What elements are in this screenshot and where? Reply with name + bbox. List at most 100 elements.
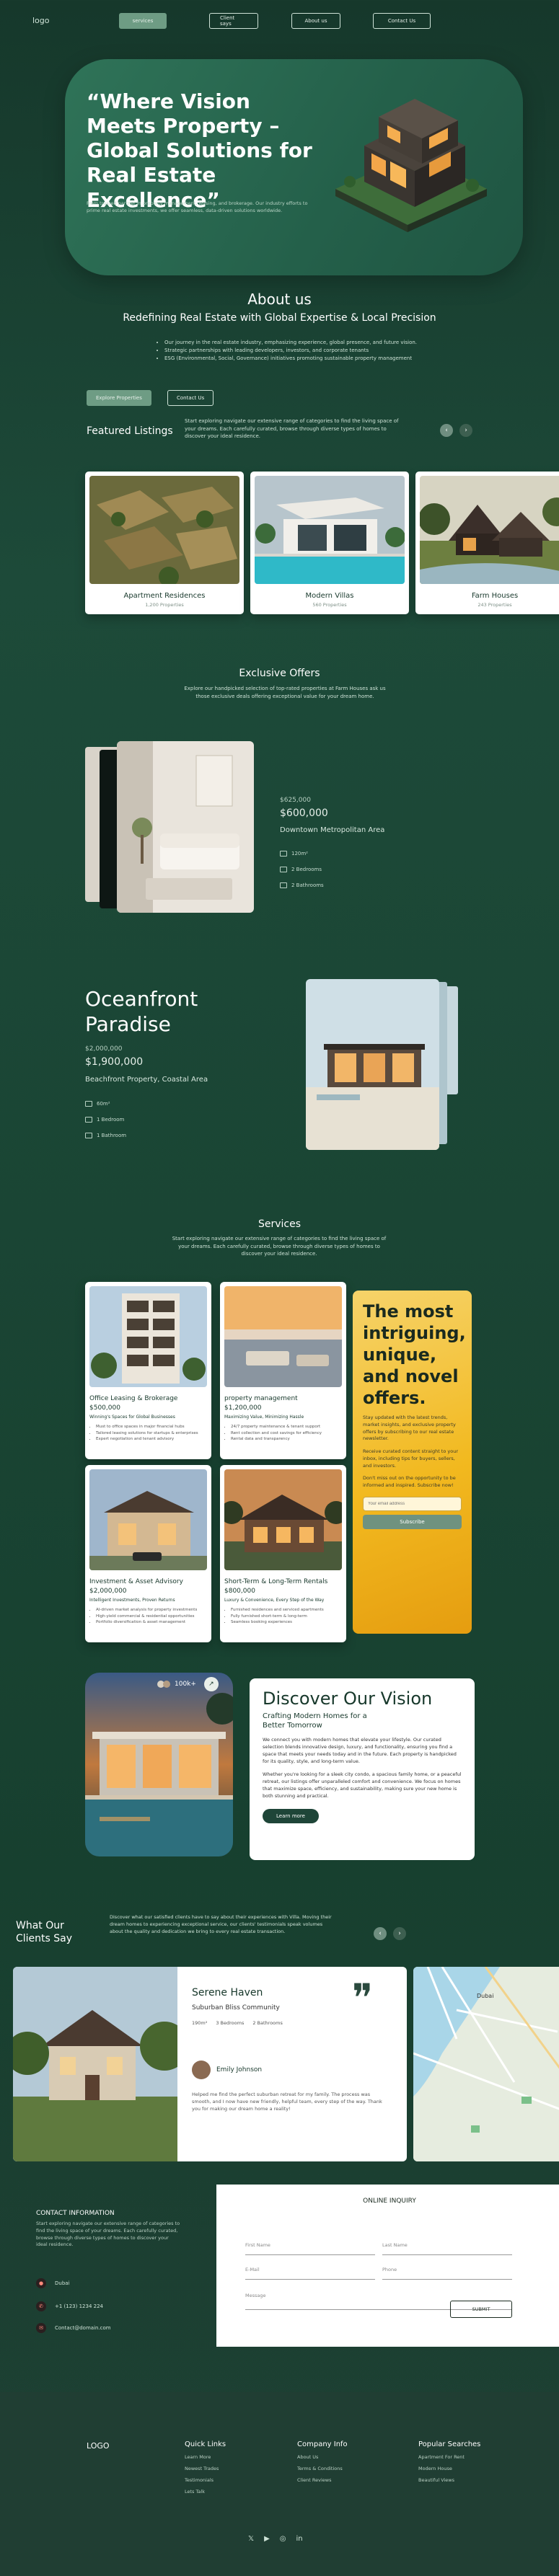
about-subtitle: Redefining Real Estate with Global Exper… [123,312,436,324]
vision-paragraph: We connect you with modern homes that el… [263,1737,457,1765]
location-pin-icon: ● [36,2278,46,2288]
prev-arrow-icon[interactable]: ‹ [440,424,453,437]
nav-client-says[interactable]: Client says [209,13,258,29]
offer1-image[interactable] [117,741,254,913]
x-icon[interactable]: 𝕏 [248,2535,254,2543]
contact-title: CONTACT INFORMATION [36,2210,115,2217]
footer-link[interactable]: Learn More [185,2454,226,2460]
location-map[interactable]: Dubai [413,1967,559,2161]
service-card[interactable]: Investment & Asset Advisory $2,000,000 I… [85,1465,211,1642]
about-section: About us Redefining Real Estate with Glo… [0,291,559,324]
subscribe-button[interactable]: Subscribe [363,1514,462,1529]
card-title: Apartment Residences [123,592,206,600]
property-management-image [224,1286,342,1387]
listing-card[interactable]: Farm Houses 243 Properties [415,472,559,614]
footer-col-title: Popular Searches [418,2440,481,2448]
email-field[interactable]: E-Mail [245,2264,375,2280]
newsletter-email-input[interactable] [363,1496,462,1511]
next-arrow-icon[interactable]: › [459,424,472,437]
footer-link[interactable]: Client Reviews [297,2477,348,2483]
service-card[interactable]: Short-Term & Long-Term Rentals $800,000 … [220,1465,348,1642]
feature-text: 120m² [291,851,308,857]
footer-link[interactable]: Beautiful Views [418,2477,480,2483]
footer-company-info: Company Info About Us Terms & Conditions… [297,2440,348,2483]
footer-col-title: Quick Links [185,2440,226,2448]
address-text: Dubai [55,2280,70,2286]
offer1-bedrooms: 2 Bedrooms [280,867,322,872]
footer-link[interactable]: About Us [297,2454,348,2460]
footer-logo[interactable]: LOGO [87,2441,110,2451]
spec-text: 3 Bedrooms [216,2020,245,2026]
reviewer-name: Emily Johnson [216,2066,263,2073]
phone-field[interactable]: Phone [382,2264,512,2280]
offer2-image[interactable] [306,979,439,1150]
service-bullet: AI-driven market analysis for property i… [96,1607,207,1614]
footer-link[interactable]: Terms & Conditions [297,2466,348,2471]
listing-card[interactable]: Modern Villas 560 Properties [250,472,409,614]
service-bullet: Furnished residences and serviced apartm… [231,1607,342,1614]
email-text[interactable]: Contact@domain.com [55,2325,111,2331]
listing-card[interactable]: Apartment Residences 1,200 Properties [85,472,244,614]
services-description: Start exploring navigate our extensive r… [172,1236,387,1257]
footer-link[interactable]: Modern House [418,2466,480,2471]
footer-popular-searches: Popular Searches Apartment For Rent Mode… [418,2440,480,2483]
prev-arrow-icon[interactable]: ‹ [374,1927,387,1940]
service-bullet: Portfolio diversification & asset manage… [96,1619,207,1626]
vision-stat: 100k+ ↗ [157,1677,219,1691]
bed-icon [280,867,287,872]
area-icon [280,851,287,857]
next-arrow-icon[interactable]: › [393,1927,406,1940]
quote-icon: ❞ [352,1975,374,2021]
nav-about-us[interactable]: About us [291,13,340,29]
youtube-icon[interactable]: ▶ [264,2535,270,2543]
map-label: Dubai [477,1993,494,1999]
last-name-field[interactable]: Last Name [382,2239,512,2255]
arrow-up-right-icon[interactable]: ↗ [203,1677,219,1691]
feature-text: 1 Bedroom [97,1117,125,1123]
footer-link[interactable]: Newest Trades [185,2466,226,2471]
vision-card: Discover Our Vision Crafting Modern Home… [250,1678,475,1860]
contact-us-button[interactable]: Contact Us [167,390,214,406]
hero-text: From trusted partner in property managem… [87,200,308,213]
service-card[interactable]: property management $1,200,000 Maximizin… [220,1282,346,1459]
farm-house-image [418,476,559,584]
card-title: Farm Houses [471,592,519,600]
explore-properties-button[interactable]: Explore Properties [87,390,151,406]
offer2-area: 60m² [85,1101,110,1107]
card-sub: 243 Properties [477,602,512,608]
offer2-bedrooms: 1 Bedroom [85,1117,124,1123]
service-card[interactable]: Office Leasing & Brokerage $500,000 Winn… [85,1282,211,1459]
bath-icon [85,1133,92,1138]
footer-link[interactable]: Apartment For Rent [418,2454,480,2460]
footer-link[interactable]: Lets Talk [185,2489,226,2495]
footer-link[interactable]: Testimonials [185,2477,226,2483]
feature-text: 2 Bathrooms [291,882,324,888]
submit-button[interactable]: SUBMIT [450,2301,512,2318]
apartment-image [89,476,239,587]
service-bullet: Rent collection and cost savings for eff… [231,1430,342,1437]
about-bullet: Strategic partnerships with leading deve… [164,347,453,355]
investment-image [89,1469,207,1570]
first-name-field[interactable]: First Name [245,2239,375,2255]
instagram-icon[interactable]: ◎ [280,2535,286,2543]
avatar [163,1681,170,1688]
hero-house-image [335,99,487,232]
linkedin-icon[interactable]: in [296,2535,303,2543]
footer [0,2392,559,2576]
service-title: Office Leasing & Brokerage [89,1395,178,1402]
about-bullet: ESG (Environmental, Social, Governance) … [164,355,453,363]
learn-more-button[interactable]: Learn more [263,1808,319,1823]
nav-contact-us[interactable]: Contact Us [373,13,431,29]
service-bullet: Rental data and transparency [231,1436,342,1443]
footer-quick-links: Quick Links Learn More Newest Trades Tes… [185,2440,226,2495]
offers-description: Explore our handpicked selection of top-… [184,686,386,699]
testimonials-title: What Our Clients Say [16,1920,73,1945]
logo[interactable]: logo [32,16,50,25]
offer1-bathrooms: 2 Bathrooms [280,882,324,888]
offer2-title: Oceanfront Paradise [85,987,198,1036]
vision-title: Discover Our Vision [263,1688,433,1709]
nav-services[interactable]: services [119,13,167,29]
contact-info: CONTACT INFORMATION Start exploring navi… [36,2210,180,2249]
contact-address: ● Dubai [36,2278,70,2288]
vision-paragraph: Whether you're looking for a sleek city … [263,1771,462,1800]
